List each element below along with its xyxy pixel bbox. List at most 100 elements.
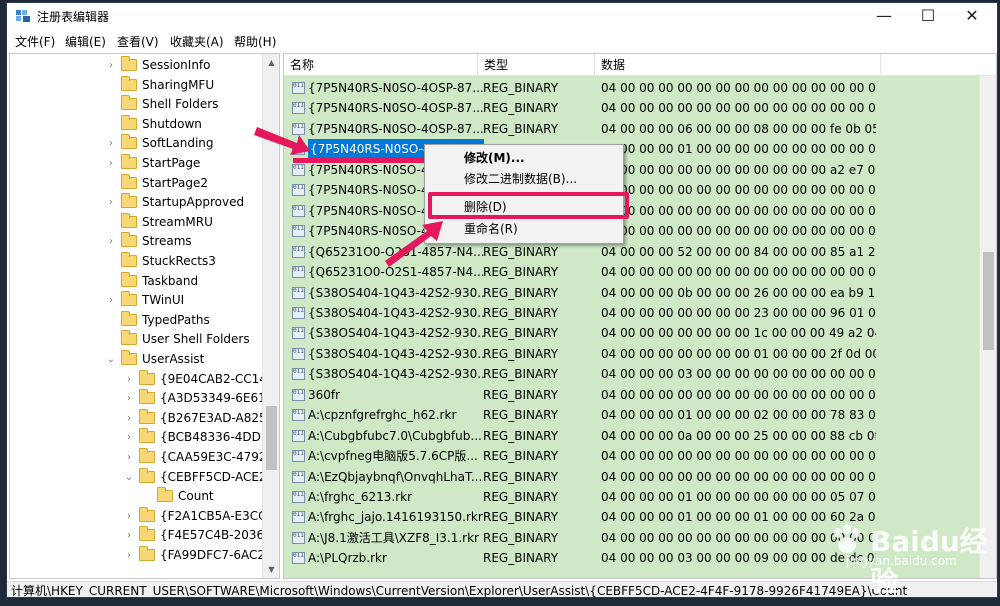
tree-item[interactable]: › {9E04CAB2-CC14- (10, 369, 271, 389)
column-data[interactable]: 数据 (595, 54, 881, 76)
maximize-button[interactable]: ☐ (905, 3, 951, 29)
registry-tree[interactable]: › SessionInfo SharingMFU Shell Folders Shutd… (9, 53, 280, 579)
column-type[interactable]: 类型 (478, 54, 595, 76)
expand-chevron-icon[interactable]: › (106, 134, 116, 153)
tree-item[interactable]: › TWinUI (10, 291, 265, 310)
list-header: 名称 类型 数据 (284, 54, 996, 76)
table-row[interactable]: 011 110{S38OS404-1Q43-42S2-930...REG_BIN… (284, 303, 980, 323)
expand-chevron-icon[interactable]: › (124, 507, 134, 526)
expand-chevron-icon[interactable]: › (106, 193, 116, 212)
tree-item[interactable]: TypedPaths (10, 310, 265, 330)
menu-favorites[interactable]: 收藏夹(A) (170, 33, 224, 50)
tree-item[interactable]: › {F2A1CB5A-E3CC- (10, 506, 271, 526)
screen-frame: 注册表编辑器 — ☐ ✕ 文件(F) 编辑(E) 查看(V) 收藏夹(A) 帮助… (0, 0, 1000, 606)
tree-item[interactable]: Shell Folders (10, 95, 265, 114)
list-scrollbar[interactable] (979, 76, 996, 578)
table-row[interactable]: 011 110A:\cpznfgrefrghc_h62.rkr REG_BINAR… (284, 405, 980, 425)
expand-chevron-icon[interactable]: › (106, 56, 116, 75)
column-name[interactable]: 名称 (284, 54, 478, 76)
minimize-button[interactable]: — (861, 3, 907, 29)
binary-value-icon: 011 110 (292, 552, 305, 565)
menu-help[interactable]: 帮助(H) (234, 33, 276, 50)
tree-item[interactable]: ⌄ UserAssist (10, 350, 265, 369)
table-row[interactable]: 011 110{7P5N40RS-N0SO-4OREG_BINARY04 00 … (284, 180, 980, 200)
expand-chevron-icon[interactable]: › (106, 154, 116, 173)
menu-edit[interactable]: 编辑(E) (65, 33, 106, 50)
value-name: {S38OS404-1Q43-42S2-930... (308, 326, 484, 341)
watermark-url: jingyan.baidu.com (846, 554, 957, 568)
collapse-chevron-icon[interactable]: ⌄ (124, 468, 134, 487)
menu-file[interactable]: 文件(F) (15, 33, 55, 50)
tree-item[interactable]: Count (10, 487, 265, 506)
table-row[interactable]: 011 110A:\EzQbjaybnqf\OnvqhLhaT...REG_BI… (284, 467, 980, 487)
value-data: 04 00 00 00 52 00 00 00 84 00 00 00 85 a… (601, 244, 876, 259)
table-row[interactable]: 011 110360fr REG_BINARY 04 00 00 00 00 00 … (284, 385, 980, 405)
table-row[interactable]: 011 110{7P5N40RS-N0SO-4OSP-87...REG_BINA… (284, 98, 980, 118)
menu-view[interactable]: 查看(V) (117, 33, 159, 50)
value-data: 04 00 00 00 00 00 00 00 00 00 00 00 00 0… (601, 224, 876, 239)
expand-chevron-icon[interactable]: › (124, 428, 134, 447)
context-modify-binary[interactable]: 修改二进制数据(B)... (425, 169, 623, 190)
tree-scrollbar[interactable]: ▲ ▼ (262, 54, 279, 578)
expand-chevron-icon[interactable]: › (106, 232, 116, 251)
binary-value-icon: 011 110 (292, 306, 305, 319)
table-row[interactable]: 011 110{7P5N40RS-N0SO-4OSP-87...REG_BINA… (284, 78, 980, 98)
tree-item[interactable]: Shutdown (10, 114, 265, 134)
table-row[interactable]: 011 110A:\Cubgbfubc7.0\Cubgbfub...REG_BI… (284, 426, 980, 446)
table-row[interactable]: 011 110A:\cvpfneg电脑版5.7.6CP版... REG_BINAR… (284, 446, 980, 466)
table-row[interactable]: 011 110{S38OS404-1Q43-42S2-930...REG_BIN… (284, 364, 980, 384)
tree-item[interactable]: › {FA99DFC7-6AC2- (10, 546, 269, 565)
expand-chevron-icon[interactable]: › (124, 409, 134, 428)
table-row[interactable]: 011 110{S38OS404-1Q43-42S2-930...REG_BIN… (284, 323, 980, 343)
value-name: A:\cpznfgrefrghc_h62.rkr (308, 408, 457, 423)
folder-icon (121, 154, 137, 169)
expand-chevron-icon[interactable]: › (106, 291, 116, 310)
expand-chevron-icon[interactable]: › (124, 546, 134, 565)
table-row[interactable]: 011 110{7P5N40RS-N0SO-4OREG_BINARY04 00 … (284, 221, 980, 241)
title-bar[interactable]: 注册表编辑器 — ☐ ✕ (7, 3, 997, 29)
table-row[interactable]: 011 110{Q65231O0-O2S1-4857-N4...REG_BINA… (284, 242, 980, 262)
values-list[interactable]: 名称 类型 数据 011 110{7P5N40RS-N0SO-4OSP-87..… (283, 53, 997, 579)
close-button[interactable]: ✕ (949, 3, 995, 29)
folder-icon (121, 56, 137, 71)
tree-item[interactable]: › SessionInfo (10, 56, 265, 75)
context-rename[interactable]: 重命名(R) (425, 219, 623, 240)
table-row[interactable]: 011 110A:\frghc_6213.rkr REG_BINARY 04 00 … (284, 487, 980, 507)
scroll-up-arrow-icon[interactable]: ▲ (263, 54, 279, 71)
table-row[interactable]: 011 110{Q65231O0-O2S1-4857-N4...REG_BINA… (284, 262, 980, 282)
tree-item[interactable]: StuckRects3 (10, 252, 265, 271)
scroll-down-arrow-icon[interactable]: ▼ (263, 561, 279, 578)
tree-item[interactable]: › {B267E3AD-A825- (10, 408, 271, 428)
tree-item[interactable]: ⌄ {CEBFF5CD-ACE2- (10, 467, 271, 487)
list-scroll-thumb[interactable] (983, 252, 994, 350)
table-row[interactable]: 011 110{S38OS404-1Q43-42S2-930...REG_BIN… (284, 344, 980, 364)
table-row[interactable]: 011 110{7P5N40RS-N0SO-4OREG_BINARY04 00 … (284, 201, 980, 221)
tree-item[interactable]: Taskband (10, 271, 265, 291)
table-row[interactable]: 011 110{S38OS404-1Q43-42S2-930...REG_BIN… (284, 283, 980, 303)
tree-item[interactable]: › StartupApproved (10, 193, 265, 212)
expand-chevron-icon[interactable]: › (124, 448, 134, 467)
tree-item[interactable]: › {CAA59E3C-4792- (10, 448, 271, 467)
tree-item[interactable]: › SoftLanding (10, 134, 265, 153)
context-modify[interactable]: 修改(M)... (425, 148, 623, 169)
expand-chevron-icon[interactable]: › (124, 389, 134, 408)
expand-chevron-icon[interactable]: › (124, 526, 134, 545)
tree-item[interactable]: User Shell Folders (10, 330, 265, 349)
tree-item[interactable]: › {BCB48336-4DDD (10, 428, 270, 447)
tree-item[interactable]: StreamMRU (10, 212, 265, 232)
tree-item[interactable]: SharingMFU (10, 75, 265, 95)
tree-item[interactable]: › Streams (10, 232, 265, 251)
tree-item[interactable]: › {A3D53349-6E61- (10, 389, 270, 408)
value-type: REG_BINARY (483, 285, 559, 300)
value-data: 04 00 00 00 01 00 00 00 02 00 00 00 78 8… (601, 408, 876, 423)
tree-item[interactable]: StartPage2 (10, 173, 265, 193)
window-title: 注册表编辑器 (37, 10, 110, 24)
tree-item[interactable]: › StartPage (10, 154, 265, 173)
expand-chevron-icon[interactable]: › (124, 370, 134, 389)
table-row[interactable]: 011 110{7P5N40RS-N0SO-4OSP-87...REG_BINA… (284, 119, 980, 139)
tree-item[interactable]: › {F4E57C4B-2036- (10, 526, 268, 545)
binary-value-icon: 011 110 (292, 450, 305, 463)
collapse-chevron-icon[interactable]: ⌄ (106, 350, 116, 369)
table-row[interactable]: 011 110{7P5N40RS-N0SO-4OREG_BINARY04 00 … (284, 139, 980, 160)
tree-scroll-thumb[interactable] (266, 406, 277, 470)
